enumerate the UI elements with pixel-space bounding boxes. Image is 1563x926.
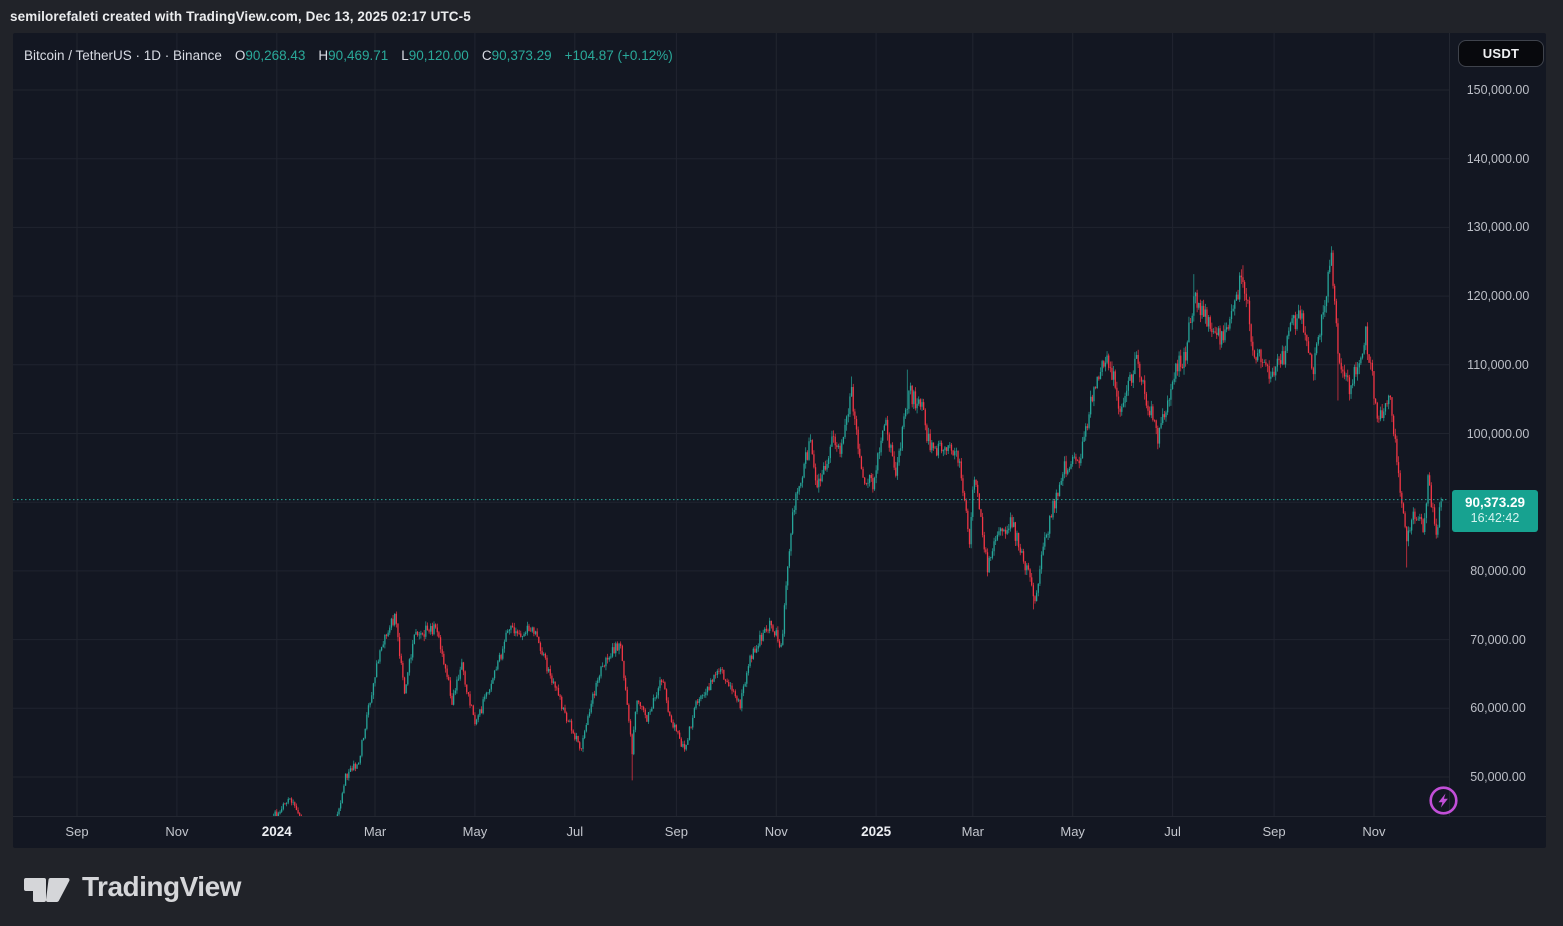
time-tick-label: Jul [1164,824,1181,839]
price-tick-label: 70,000.00 [1450,632,1546,648]
price-tick-label: 120,000.00 [1450,288,1546,304]
price-tick-label: 130,000.00 [1450,219,1546,235]
flash-icon[interactable] [1428,785,1459,816]
chart-widget: Bitcoin / TetherUS · 1D · Binance O90,26… [13,33,1546,848]
down-candle-bodies [79,253,1437,848]
tradingview-logo-icon[interactable] [22,869,72,905]
chart-canvas[interactable] [13,33,1546,848]
price-scale[interactable]: 150,000.00 140,000.00 130,000.00 120,000.00… [1450,33,1546,816]
symbol-title: Bitcoin / TetherUS · 1D · Binance [24,48,222,63]
tradingview-screenshot: semilorefaleti created with TradingView.… [0,0,1563,926]
time-axis-border [13,816,1546,817]
price-tick-label: 50,000.00 [1450,769,1546,785]
time-tick-label: May [463,824,488,839]
attribution-text: semilorefaleti created with TradingView.… [10,0,471,33]
price-change: +104.87 (+0.12%) [565,48,673,63]
price-tick-label: 80,000.00 [1450,563,1546,579]
up-candle-bodies [77,253,1443,848]
footer: TradingView [0,848,1563,926]
time-tick-label: Sep [65,824,88,839]
ohlc-close: C90,373.29 [482,48,552,63]
ohlc-high: H90,469.71 [318,48,388,63]
time-tick-label: Nov [1362,824,1385,839]
up-candle-wicks [77,246,1443,848]
price-tick-label: 60,000.00 [1450,700,1546,716]
time-tick-label: Sep [665,824,688,839]
time-tick-label: 2025 [861,824,891,839]
last-price-value: 90,373.29 [1465,495,1525,511]
time-tick-label: Sep [1263,824,1286,839]
symbol-legend[interactable]: Bitcoin / TetherUS · 1D · Binance O90,26… [24,42,673,68]
time-tick-label: 2024 [262,824,292,839]
time-tick-label: Mar [962,824,984,839]
ohlc-open: O90,268.43 [235,48,306,63]
time-tick-label: Mar [364,824,386,839]
time-scale[interactable]: Sep Nov 2024 Mar May Jul Sep Nov 2025 Mar May Jul Se… [13,816,1449,848]
time-tick-label: May [1060,824,1085,839]
time-tick-label: Nov [165,824,188,839]
ohlc-low: L90,120.00 [401,48,469,63]
price-tick-label: 140,000.00 [1450,151,1546,167]
bar-countdown: 16:42:42 [1471,511,1520,526]
last-price-label[interactable]: 90,373.29 16:42:42 [1452,490,1538,532]
time-tick-label: Jul [567,824,584,839]
time-tick-label: Nov [765,824,788,839]
tradingview-wordmark[interactable]: TradingView [82,871,241,903]
down-candle-wicks [79,250,1437,848]
grid-lines [13,33,1449,816]
price-tick-label: 110,000.00 [1450,357,1546,373]
price-tick-label: 100,000.00 [1450,426,1546,442]
price-tick-label: 150,000.00 [1450,82,1546,98]
price-axis-border [1449,33,1450,816]
